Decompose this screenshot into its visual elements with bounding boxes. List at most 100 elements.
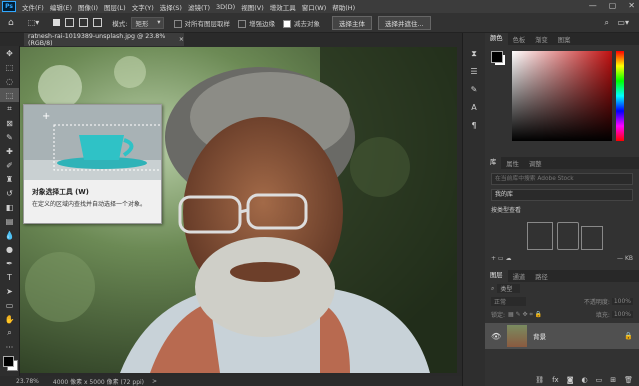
tab-adjustments[interactable]: 调整 (524, 159, 547, 168)
more-tools-icon[interactable]: ··· (0, 340, 19, 354)
properties-icon[interactable]: ☰ (463, 67, 485, 85)
menu-view[interactable]: 视图(V) (241, 2, 264, 12)
object-select-tool-icon[interactable]: ⬚▾ (28, 18, 40, 27)
color-swatches[interactable] (0, 354, 19, 372)
eyedropper-tool-icon[interactable]: ✎ (0, 130, 19, 144)
color-field[interactable] (512, 51, 612, 141)
layers-filter-row: ⌕ 类型 (485, 282, 639, 295)
link-layers-icon[interactable]: ⛓ (535, 376, 544, 384)
history-brush-icon[interactable]: ↺ (0, 186, 19, 200)
new-layer-icon[interactable]: ⊞ (610, 376, 616, 384)
menu-type[interactable]: 文字(Y) (132, 2, 154, 12)
menu-select[interactable]: 选择(S) (160, 2, 182, 12)
add-selection-icon[interactable] (65, 18, 75, 27)
eraser-tool-icon[interactable]: ◧ (0, 200, 19, 214)
type-tool-icon[interactable]: T (0, 270, 19, 284)
blur-tool-icon[interactable]: 💧 (0, 228, 19, 242)
mode-value: 矩形 (135, 19, 149, 28)
subtract-checkbox[interactable]: 减去对象 (283, 18, 320, 28)
tab-patterns[interactable]: 图案 (553, 35, 576, 44)
workspace-icon[interactable]: ▭▾ (617, 18, 629, 27)
frame-tool-icon[interactable]: ⊠ (0, 116, 19, 130)
subtract-selection-icon[interactable] (79, 18, 89, 27)
clone-stamp-icon[interactable]: ♜ (0, 172, 19, 186)
foreground-color-swatch[interactable] (3, 356, 14, 367)
foreground-color[interactable] (491, 51, 503, 63)
mask-icon[interactable]: ◙ (567, 376, 574, 384)
brush-tool-icon[interactable]: ✐ (0, 158, 19, 172)
path-selection-icon[interactable]: ➤ (0, 284, 19, 298)
layer-name[interactable]: 背景 (533, 331, 546, 341)
minimize-button[interactable]: — (589, 1, 597, 10)
gradient-tool-icon[interactable]: ▤ (0, 214, 19, 228)
enhance-edge-checkbox[interactable]: 增强边缘 (238, 18, 275, 28)
layer-thumbnail (507, 325, 528, 347)
tab-swatches[interactable]: 色板 (508, 35, 531, 44)
marquee-tool-icon[interactable]: ⬚ (0, 60, 19, 74)
brush-settings-icon[interactable]: ✎ (463, 85, 485, 103)
trash-icon[interactable]: 🗑 (624, 376, 633, 384)
document-tab[interactable]: ratnesh-rai-1019389-unsplash.jpg @ 23.8%… (24, 33, 184, 47)
search-icon[interactable]: ⌕ (605, 18, 609, 28)
history-icon[interactable]: ⧗ (463, 49, 485, 67)
visibility-eye-icon[interactable]: 👁 (491, 332, 501, 341)
tab-libraries[interactable]: 库 (485, 157, 502, 169)
fill-value[interactable]: 100% (611, 311, 633, 318)
layer-filter-select[interactable]: 类型 (497, 284, 521, 293)
menu-edit[interactable]: 编辑(E) (50, 2, 72, 12)
mode-label: 模式: (112, 19, 128, 28)
lock-icons[interactable]: ▦ ✎ ✥ ⌗ 🔒 (508, 311, 542, 319)
menu-3d[interactable]: 3D(D) (216, 3, 235, 11)
tab-paths[interactable]: 路径 (530, 272, 553, 281)
dodge-tool-icon[interactable]: ● (0, 242, 19, 256)
crop-tool-icon[interactable]: ⌗ (0, 102, 19, 116)
menu-file[interactable]: 文件(F) (22, 2, 44, 12)
tab-channels[interactable]: 通道 (508, 272, 531, 281)
adjustment-icon[interactable]: ◐ (582, 376, 588, 384)
pen-tool-icon[interactable]: ✒ (0, 256, 19, 270)
tab-properties[interactable]: 属性 (501, 159, 524, 168)
sample-all-checkbox[interactable]: 对所有图层取样 (173, 18, 230, 28)
intersect-selection-icon[interactable] (93, 18, 103, 27)
zoom-level[interactable]: 23.78% (16, 378, 39, 385)
shape-tool-icon[interactable]: ▭ (0, 298, 19, 312)
status-arrow-icon[interactable]: > (152, 378, 157, 385)
hue-slider[interactable] (616, 51, 624, 141)
character-icon[interactable]: A (463, 103, 485, 121)
healing-brush-icon[interactable]: ✚ (0, 144, 19, 158)
menu-image[interactable]: 图像(I) (78, 2, 98, 12)
hand-tool-icon[interactable]: ✋ (0, 312, 19, 326)
opacity-value[interactable]: 100% (611, 298, 633, 305)
new-selection-icon[interactable] (53, 19, 61, 26)
folder-icon[interactable]: ▭ (596, 376, 603, 384)
zoom-tool-icon[interactable]: ⌕ (0, 326, 19, 340)
menu-help[interactable]: 帮助(H) (332, 2, 355, 12)
paragraph-icon[interactable]: ¶ (463, 121, 485, 139)
object-selection-tool-icon[interactable]: ⬚ (0, 88, 19, 102)
maximize-button[interactable]: ▢ (609, 1, 617, 10)
blend-mode-select[interactable]: 正常 (491, 297, 527, 306)
select-and-mask-button[interactable]: 选择并遮住... (378, 15, 431, 30)
fx-icon[interactable]: fx (552, 376, 559, 384)
close-tab-icon[interactable]: × (179, 36, 184, 43)
photoshop-logo[interactable]: Ps (2, 1, 16, 12)
tab-gradients[interactable]: 渐变 (530, 35, 553, 44)
library-view[interactable]: 按类型查看 (491, 205, 633, 214)
close-window-button[interactable]: ✕ (628, 1, 635, 10)
menu-plugins[interactable]: 增效工具 (270, 2, 296, 12)
library-search-input[interactable]: 在当前库中搜索 Adobe Stock (491, 173, 633, 185)
layer-row[interactable]: 👁 背景 🔒 (485, 323, 639, 349)
add-library-icon[interactable]: + ▭ ☁ (491, 255, 512, 262)
move-tool-icon[interactable]: ✥ (0, 46, 19, 60)
menu-layer[interactable]: 图层(L) (104, 2, 126, 12)
select-subject-button[interactable]: 选择主体 (332, 15, 372, 30)
menu-filter[interactable]: 滤镜(T) (188, 2, 210, 12)
home-icon[interactable]: ⌂ (8, 18, 14, 28)
library-select[interactable]: 我的库 (491, 189, 633, 201)
menu-window[interactable]: 窗口(W) (302, 2, 327, 12)
lasso-tool-icon[interactable]: ◌ (0, 74, 19, 88)
mode-select[interactable]: 矩形 ▾ (130, 16, 164, 29)
tab-color[interactable]: 颜色 (485, 33, 508, 45)
tab-layers[interactable]: 图层 (485, 270, 508, 282)
filter-icon[interactable]: ⌕ (491, 285, 494, 293)
